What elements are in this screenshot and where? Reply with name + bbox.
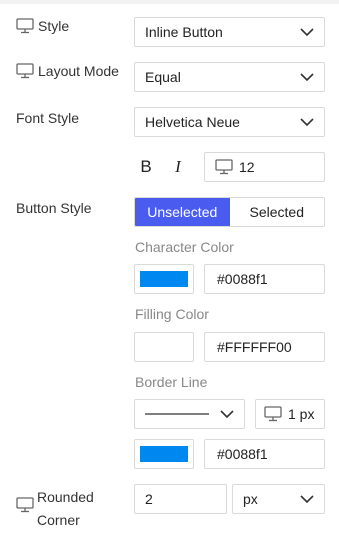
chevron-down-icon	[300, 72, 314, 81]
rounded-corner-unit-select[interactable]: px	[232, 484, 325, 514]
style-select[interactable]: Inline Button	[134, 17, 325, 47]
border-line-style-select[interactable]	[134, 399, 245, 429]
monitor-icon	[16, 63, 34, 79]
font-size-value: 12	[239, 159, 255, 175]
style-select-value: Inline Button	[145, 24, 223, 40]
chevron-down-icon	[220, 409, 234, 418]
border-width-value: 1 px	[288, 406, 315, 422]
rounded-corner-label: Rounded Corner	[37, 486, 94, 532]
character-color-hex-value: #0088f1	[217, 271, 268, 287]
border-color-swatch-button[interactable]	[134, 439, 194, 469]
character-color-label: Character Color	[135, 239, 234, 255]
monitor-icon	[215, 159, 233, 175]
font-size-input[interactable]: 12	[204, 152, 325, 182]
rounded-corner-label-line1: Rounded	[37, 489, 94, 505]
border-color-hex-value: #0088f1	[217, 446, 268, 462]
border-width-input[interactable]: 1 px	[255, 399, 325, 429]
monitor-icon	[264, 406, 282, 422]
bold-button[interactable]: B	[139, 157, 153, 177]
border-line-label: Border Line	[135, 374, 208, 390]
solid-line-preview-icon	[145, 413, 209, 415]
font-style-select[interactable]: Helvetica Neue	[134, 107, 325, 137]
character-color-swatch-button[interactable]	[134, 264, 194, 294]
italic-button[interactable]: I	[171, 157, 185, 177]
chevron-down-icon	[300, 27, 314, 36]
layout-mode-label-row: Layout Mode	[16, 63, 119, 79]
font-style-select-value: Helvetica Neue	[145, 114, 240, 130]
filling-color-hex-value: #FFFFFF00	[217, 339, 292, 355]
tab-selected[interactable]: Selected	[229, 198, 324, 226]
tab-unselected[interactable]: Unselected	[135, 198, 230, 226]
font-style-label-row: Font Style	[16, 110, 79, 126]
filling-color-label: Filling Color	[135, 306, 209, 322]
filling-color-swatch	[140, 339, 188, 355]
button-style-label-row: Button Style	[16, 200, 92, 216]
layout-mode-select[interactable]: Equal	[134, 62, 325, 92]
style-label-row: Style	[16, 18, 69, 34]
border-color-swatch	[140, 446, 188, 462]
character-color-hex-input[interactable]: #0088f1	[204, 264, 325, 294]
style-label: Style	[38, 18, 70, 34]
rounded-corner-value: 2	[145, 491, 153, 507]
character-color-swatch	[140, 271, 188, 287]
font-style-label: Font Style	[16, 110, 80, 126]
border-color-hex-input[interactable]: #0088f1	[204, 439, 325, 469]
monitor-icon	[16, 497, 34, 513]
chevron-down-icon	[300, 117, 314, 126]
rounded-corner-unit-value: px	[243, 491, 258, 507]
chevron-down-icon	[300, 494, 314, 503]
button-style-label: Button Style	[16, 200, 92, 216]
rounded-corner-label-line2: Corner	[37, 512, 80, 528]
top-divider	[0, 0, 339, 4]
button-state-segmented-control[interactable]: Unselected Selected	[134, 197, 325, 227]
monitor-icon	[16, 18, 34, 34]
filling-color-swatch-button[interactable]	[134, 332, 194, 362]
filling-color-hex-input[interactable]: #FFFFFF00	[204, 332, 325, 362]
layout-mode-label: Layout Mode	[38, 63, 119, 79]
layout-mode-select-value: Equal	[145, 69, 181, 85]
rounded-corner-input[interactable]: 2	[134, 484, 227, 514]
